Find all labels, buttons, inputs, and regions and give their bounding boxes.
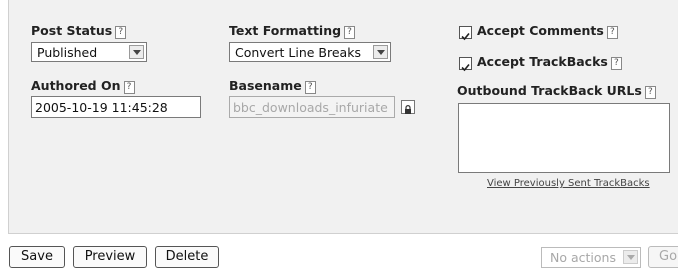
chevron-down-icon bbox=[623, 250, 638, 264]
save-button[interactable]: Save bbox=[9, 246, 65, 268]
accept-comments-help-icon[interactable]: ? bbox=[606, 26, 618, 39]
outbound-trackback-urls-textarea[interactable] bbox=[458, 103, 670, 173]
authored-on-help-icon[interactable]: ? bbox=[123, 81, 135, 94]
checkmark-icon bbox=[461, 63, 470, 72]
checkmark-icon bbox=[461, 32, 470, 41]
authored-on-label-text: Authored On bbox=[31, 78, 121, 93]
view-sent-trackbacks-link[interactable]: View Previously Sent TrackBacks bbox=[487, 178, 650, 189]
accept-trackbacks-help-icon[interactable]: ? bbox=[610, 57, 622, 70]
post-status-select[interactable]: Published bbox=[31, 42, 147, 62]
basename-input[interactable]: bbc_downloads_infuriate bbox=[229, 96, 395, 118]
authored-on-label: Authored On? bbox=[31, 78, 135, 94]
chevron-down-icon bbox=[129, 45, 144, 59]
lock-icon bbox=[405, 105, 411, 114]
accept-trackbacks-label-text: Accept TrackBacks bbox=[477, 54, 608, 69]
preview-button[interactable]: Preview bbox=[73, 246, 147, 268]
go-button[interactable]: Go bbox=[648, 246, 678, 268]
outbound-trackback-urls-help-icon[interactable]: ? bbox=[644, 86, 656, 99]
post-status-label: Post Status? bbox=[31, 23, 127, 39]
text-formatting-label: Text Formatting? bbox=[229, 23, 356, 39]
basename-help-icon[interactable]: ? bbox=[304, 81, 316, 94]
accept-trackbacks-checkbox[interactable] bbox=[459, 57, 472, 72]
text-formatting-help-icon[interactable]: ? bbox=[344, 26, 356, 39]
accept-comments-checkbox[interactable] bbox=[459, 26, 472, 41]
chevron-down-icon bbox=[373, 45, 388, 59]
post-status-help-icon[interactable]: ? bbox=[115, 26, 127, 39]
outbound-trackback-urls-label-text: Outbound TrackBack URLs bbox=[457, 83, 642, 98]
actions-select[interactable]: No actions bbox=[541, 247, 641, 268]
accept-comments-label-text: Accept Comments bbox=[477, 23, 604, 38]
text-formatting-label-text: Text Formatting bbox=[229, 23, 342, 38]
outbound-trackback-urls-label: Outbound TrackBack URLs? bbox=[457, 83, 656, 99]
text-formatting-value: Convert Line Breaks bbox=[235, 45, 361, 60]
lock-toggle-button[interactable] bbox=[401, 100, 415, 114]
actions-select-value: No actions bbox=[550, 250, 616, 265]
post-status-label-text: Post Status bbox=[31, 23, 113, 38]
basename-label: Basename? bbox=[229, 78, 316, 94]
accept-trackbacks-label: Accept TrackBacks? bbox=[477, 54, 622, 70]
delete-button[interactable]: Delete bbox=[155, 246, 219, 268]
post-status-value: Published bbox=[37, 45, 98, 60]
text-formatting-select[interactable]: Convert Line Breaks bbox=[229, 42, 391, 62]
basename-label-text: Basename bbox=[229, 78, 302, 93]
accept-comments-label: Accept Comments? bbox=[477, 23, 618, 39]
authored-on-input[interactable]: 2005-10-19 11:45:28 bbox=[31, 96, 201, 118]
